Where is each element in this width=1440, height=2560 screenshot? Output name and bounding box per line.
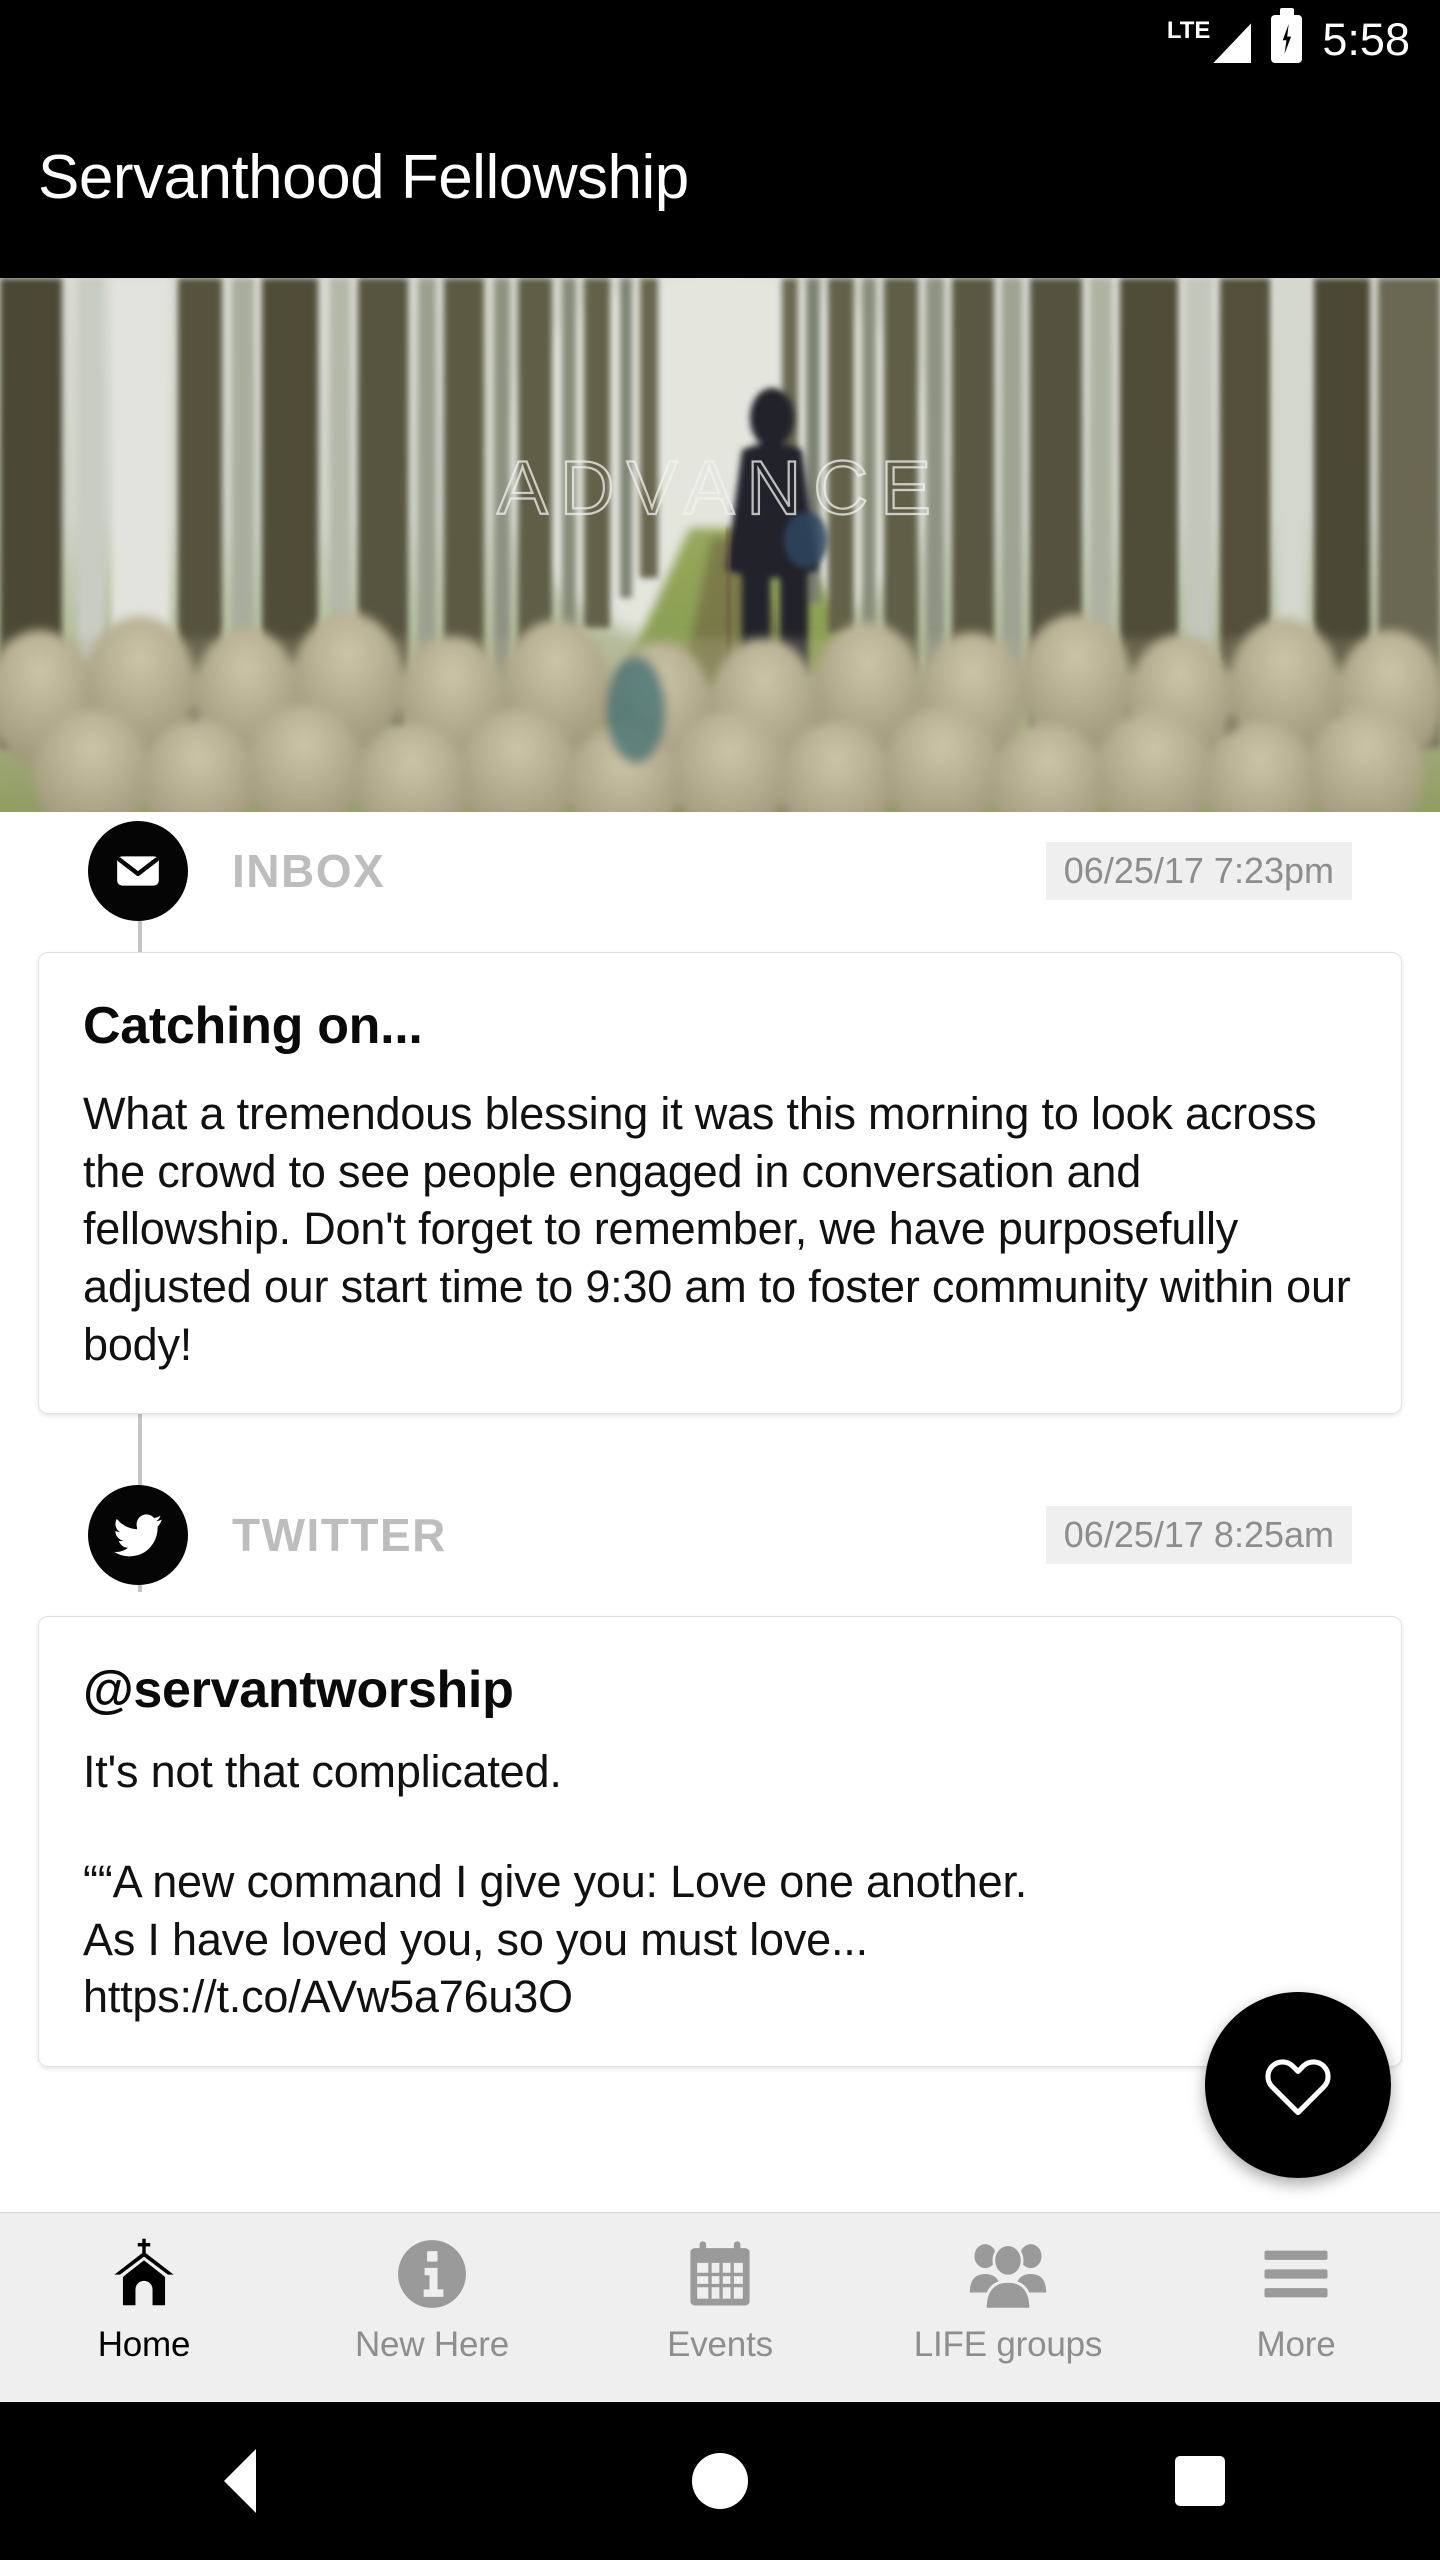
inbox-card[interactable]: Catching on... What a tremendous blessin… — [38, 952, 1402, 1415]
nav-item-life-groups[interactable]: LIFE groups — [864, 2213, 1152, 2403]
app-bar: Servanthood Fellowship — [0, 78, 1440, 278]
tweet-link[interactable]: https://t.co/AVw5a76u3O — [83, 1968, 1357, 2026]
lte-label: LTE — [1166, 17, 1211, 44]
recents-button[interactable] — [960, 2456, 1440, 2506]
info-icon — [395, 2235, 469, 2313]
home-button[interactable] — [480, 2453, 960, 2509]
inbox-card-title: Catching on... — [83, 997, 423, 1055]
nav-item-events[interactable]: Events — [576, 2213, 864, 2403]
nav-item-home[interactable]: Home — [0, 2213, 288, 2403]
people-icon — [968, 2235, 1048, 2313]
signal-bars-icon — [1213, 23, 1252, 63]
feed-section-header-twitter[interactable]: TWITTER 06/25/17 8:25am — [0, 1476, 1440, 1594]
nav-label-events: Events — [667, 2325, 773, 2364]
tweet-spacer — [83, 1801, 1357, 1853]
feed-timestamp: 06/25/17 8:25am — [1045, 1506, 1352, 1565]
android-system-nav — [0, 2402, 1440, 2560]
back-triangle-icon — [224, 2449, 256, 2513]
status-clock: 5:58 — [1322, 13, 1410, 65]
twitter-bird-icon — [88, 1485, 188, 1586]
nav-label-more: More — [1256, 2325, 1336, 2364]
nav-label-new-here: New Here — [354, 2325, 509, 2364]
tweet-line-2: ““A new command I give you: Love one ano… — [83, 1856, 1028, 1908]
church-icon — [105, 2235, 183, 2313]
nav-label-home: Home — [97, 2325, 191, 2364]
hero-banner[interactable]: ADVANCE — [0, 278, 1440, 812]
back-button[interactable] — [0, 2449, 480, 2513]
tweet-line-1: It's not that complicated. — [83, 1746, 562, 1798]
home-circle-icon — [692, 2453, 748, 2509]
charging-bolt-icon — [1282, 24, 1292, 54]
cellular-signal-icon: LTE — [1167, 15, 1252, 63]
twitter-handle: @servantworship — [83, 1661, 514, 1720]
app-title: Servanthood Fellowship — [38, 143, 689, 212]
status-bar-right: LTE 5:58 — [1167, 15, 1410, 63]
tweet-line-3: As I have loved you, so you must love... — [83, 1913, 868, 1965]
activity-feed: INBOX 06/25/17 7:23pm Catching on... Wha… — [0, 812, 1440, 2212]
inbox-card-body: What a tremendous blessing it was this m… — [83, 1088, 1351, 1370]
hamburger-glyph — [1264, 2250, 1328, 2298]
people-glyph — [969, 2243, 1047, 2311]
favorite-fab[interactable] — [1205, 1992, 1391, 2178]
twitter-card[interactable]: @servantworship It's not that complicate… — [38, 1616, 1402, 2067]
recents-square-icon — [1175, 2456, 1225, 2506]
twitter-bird-glyph — [114, 1514, 162, 1557]
envelope-glyph — [117, 856, 159, 886]
hamburger-icon — [1259, 2235, 1333, 2313]
nav-item-new-here[interactable]: New Here — [288, 2213, 576, 2403]
church-glyph — [114, 2238, 174, 2306]
feed-source-label: TWITTER — [232, 1509, 447, 1562]
feed-timestamp: 06/25/17 7:23pm — [1045, 842, 1352, 900]
calendar-glyph — [690, 2241, 750, 2306]
bottom-navigation: Home New Here Events LIFE groups More — [0, 2212, 1440, 2402]
status-bar: LTE 5:58 — [0, 0, 1440, 78]
heart-icon — [1265, 2059, 1331, 2116]
app-screen: LTE 5:58 Servanthood Fellowship ADVANCE … — [0, 0, 1440, 2560]
hero-image: ADVANCE — [0, 278, 1440, 812]
hero-overlay-text: ADVANCE — [497, 446, 943, 531]
calendar-icon — [683, 2235, 757, 2313]
battery-charging-icon — [1271, 15, 1303, 63]
nav-item-more[interactable]: More — [1152, 2213, 1440, 2403]
feed-section-header-inbox[interactable]: INBOX 06/25/17 7:23pm — [0, 812, 1440, 930]
nav-label-life-groups: LIFE groups — [913, 2325, 1103, 2364]
info-glyph — [398, 2240, 466, 2308]
envelope-icon — [88, 821, 188, 921]
feed-source-label: INBOX — [232, 845, 386, 897]
